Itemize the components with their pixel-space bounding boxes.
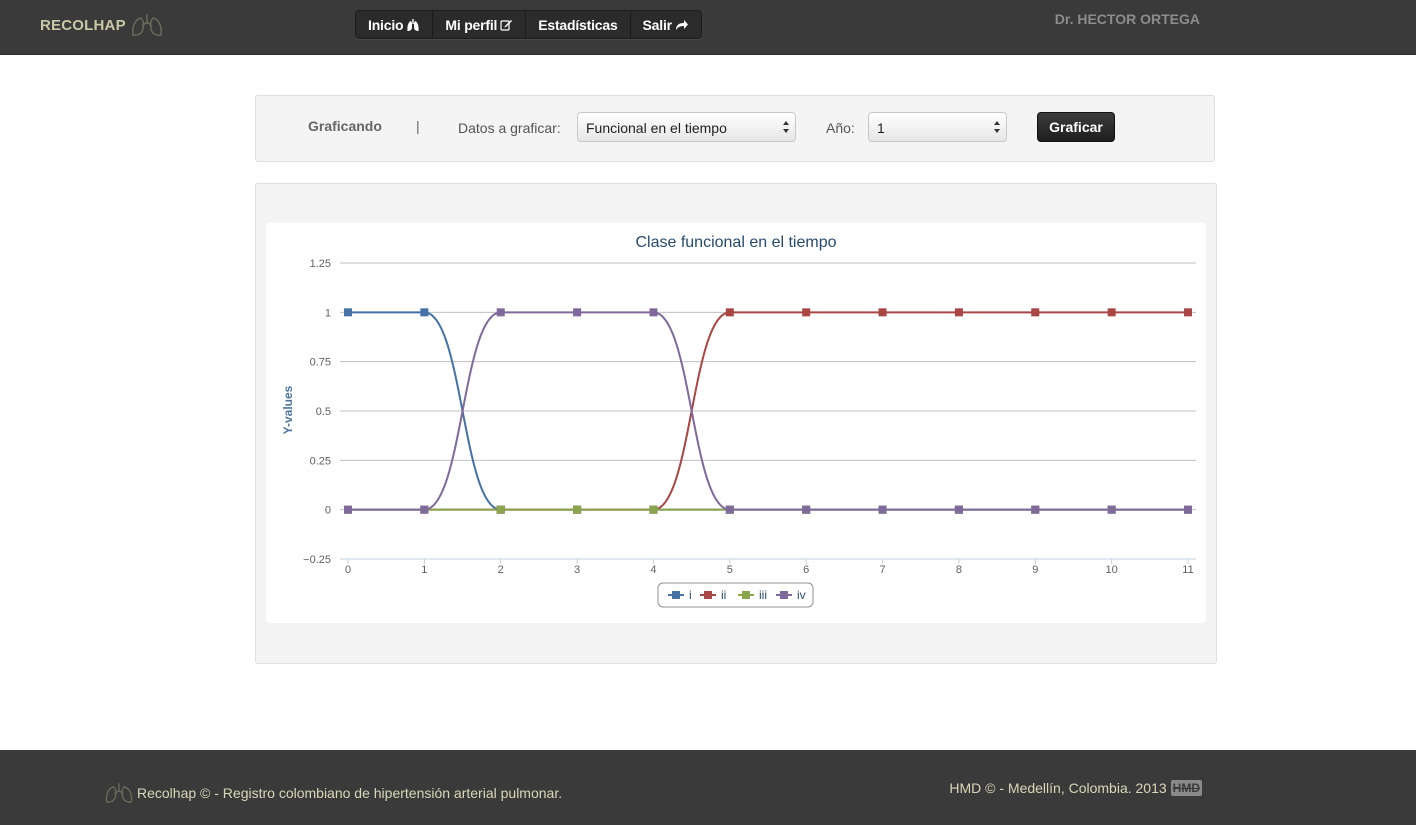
y-tick-label: 0.75 bbox=[310, 357, 331, 369]
data-point-ii bbox=[802, 308, 811, 317]
year-select[interactable]: 1 bbox=[868, 112, 1007, 142]
data-point-iv bbox=[573, 308, 582, 317]
footer: Recolhap © - Registro colombiano de hipe… bbox=[0, 750, 1416, 825]
data-select[interactable]: Funcional en el tiempo bbox=[577, 112, 796, 142]
lungs-logo-icon bbox=[105, 783, 133, 803]
x-tick-label: 5 bbox=[727, 564, 733, 576]
nav-estadisticas-label: Estadísticas bbox=[538, 16, 618, 33]
brand-name: RECOLHAP bbox=[40, 16, 126, 34]
footer-left: Recolhap © - Registro colombiano de hipe… bbox=[104, 780, 562, 806]
x-tick-label: 11 bbox=[1182, 564, 1193, 576]
data-point-iv bbox=[954, 505, 963, 514]
select-arrows-icon bbox=[783, 121, 789, 133]
footer-left-text: Recolhap © - Registro colombiano de hipe… bbox=[137, 785, 563, 801]
legend-label-iii: iii bbox=[759, 588, 767, 602]
data-point-ii bbox=[1184, 308, 1192, 317]
line-chart: 1.25 1 0.75 0.5 0.25 0 −0.25 0 1 2 3 4 5 6 7 8 9 10 11 Cl… bbox=[281, 234, 1196, 608]
data-point-ii bbox=[878, 308, 887, 317]
nav-salir[interactable]: Salir bbox=[631, 11, 701, 38]
edit-icon bbox=[500, 20, 513, 31]
graficar-button[interactable]: Graficar bbox=[1037, 112, 1115, 142]
data-point-i bbox=[344, 308, 352, 317]
top-navbar: RECOLHAP Inicio Mi perfil Estadísticas S… bbox=[0, 0, 1416, 55]
x-tick-label: 10 bbox=[1106, 564, 1118, 576]
data-point-iv bbox=[420, 505, 429, 514]
data-point-iv bbox=[1107, 505, 1116, 514]
x-tick-label: 9 bbox=[1032, 564, 1038, 576]
data-point-iv bbox=[1031, 505, 1040, 514]
y-tick-label: 0 bbox=[325, 505, 331, 517]
data-point-iv bbox=[649, 308, 658, 317]
data-point-i bbox=[420, 308, 429, 317]
user-name[interactable]: Dr. HECTOR ORTEGA bbox=[1055, 11, 1200, 27]
brand-logo[interactable]: RECOLHAP bbox=[40, 12, 164, 38]
data-point-iii bbox=[496, 505, 505, 514]
x-tick-label: 1 bbox=[421, 564, 427, 576]
nav-inicio[interactable]: Inicio bbox=[356, 11, 434, 38]
data-point-ii bbox=[1107, 308, 1116, 317]
nav-inicio-label: Inicio bbox=[368, 16, 404, 33]
x-tick-label: 4 bbox=[650, 564, 656, 576]
data-point-iv bbox=[344, 505, 352, 514]
filter-title: Graficando bbox=[308, 118, 382, 134]
lungs-logo-icon bbox=[131, 14, 162, 36]
footer-right: HMD © - Medellín, Colombia. 2013 HMD bbox=[949, 780, 1202, 796]
x-tick-label: 2 bbox=[498, 564, 504, 576]
nav-estadisticas[interactable]: Estadísticas bbox=[526, 11, 631, 38]
legend-label-ii: ii bbox=[721, 588, 726, 602]
data-point-iii bbox=[649, 505, 658, 514]
filter-bar: Graficando | Datos a graficar: Funcional… bbox=[255, 95, 1215, 162]
data-label: Datos a graficar: bbox=[458, 120, 561, 136]
legend-marker-iv bbox=[780, 591, 788, 599]
nav-mi-perfil[interactable]: Mi perfil bbox=[433, 11, 527, 38]
select-arrows-icon bbox=[994, 121, 1000, 133]
chart-title: Clase funcional en el tiempo bbox=[635, 234, 836, 251]
data-point-iv bbox=[878, 505, 887, 514]
y-tick-label: 0.25 bbox=[310, 455, 331, 467]
footer-right-text: HMD © - Medellín, Colombia. 2013 bbox=[949, 780, 1167, 796]
legend-marker-i bbox=[672, 591, 680, 599]
y-tick-label: 1.25 bbox=[310, 258, 331, 270]
chart-container: 1.25 1 0.75 0.5 0.25 0 −0.25 0 1 2 3 4 5 6 7 8 9 10 11 Cl… bbox=[266, 223, 1206, 623]
share-icon bbox=[675, 19, 688, 30]
data-point-ii bbox=[954, 308, 963, 317]
year-label: Año: bbox=[826, 120, 855, 136]
y-tick-label: −0.25 bbox=[303, 554, 331, 566]
lungs-icon bbox=[407, 18, 419, 31]
data-point-iv bbox=[1184, 505, 1192, 514]
x-tick-label: 7 bbox=[879, 564, 885, 576]
data-point-ii bbox=[725, 308, 734, 317]
x-tick-label: 3 bbox=[574, 564, 580, 576]
hmd-badge: HMD bbox=[1170, 780, 1202, 796]
data-select-value: Funcional en el tiempo bbox=[586, 120, 727, 136]
year-select-value: 1 bbox=[877, 120, 885, 136]
y-axis-label: Y-values bbox=[281, 385, 295, 434]
data-point-iv bbox=[496, 308, 505, 317]
legend-label-i: i bbox=[689, 588, 692, 602]
data-point-iv bbox=[802, 505, 811, 514]
filter-separator: | bbox=[416, 118, 420, 134]
nav-mi-perfil-label: Mi perfil bbox=[445, 16, 498, 33]
data-point-iii bbox=[573, 505, 582, 514]
legend-marker-iii bbox=[742, 591, 750, 599]
chart-legend: i ii iii iv bbox=[657, 582, 814, 608]
legend-marker-ii bbox=[704, 591, 712, 599]
main-nav: Inicio Mi perfil Estadísticas Salir bbox=[355, 10, 702, 39]
y-tick-label: 0.5 bbox=[316, 406, 331, 418]
nav-salir-label: Salir bbox=[642, 16, 673, 33]
y-tick-label: 1 bbox=[325, 307, 331, 319]
legend-label-iv: iv bbox=[797, 588, 806, 602]
x-tick-label: 6 bbox=[803, 564, 809, 576]
x-tick-label: 8 bbox=[956, 564, 962, 576]
data-point-ii bbox=[1031, 308, 1040, 317]
data-point-iv bbox=[725, 505, 734, 514]
x-tick-label: 0 bbox=[345, 564, 351, 576]
